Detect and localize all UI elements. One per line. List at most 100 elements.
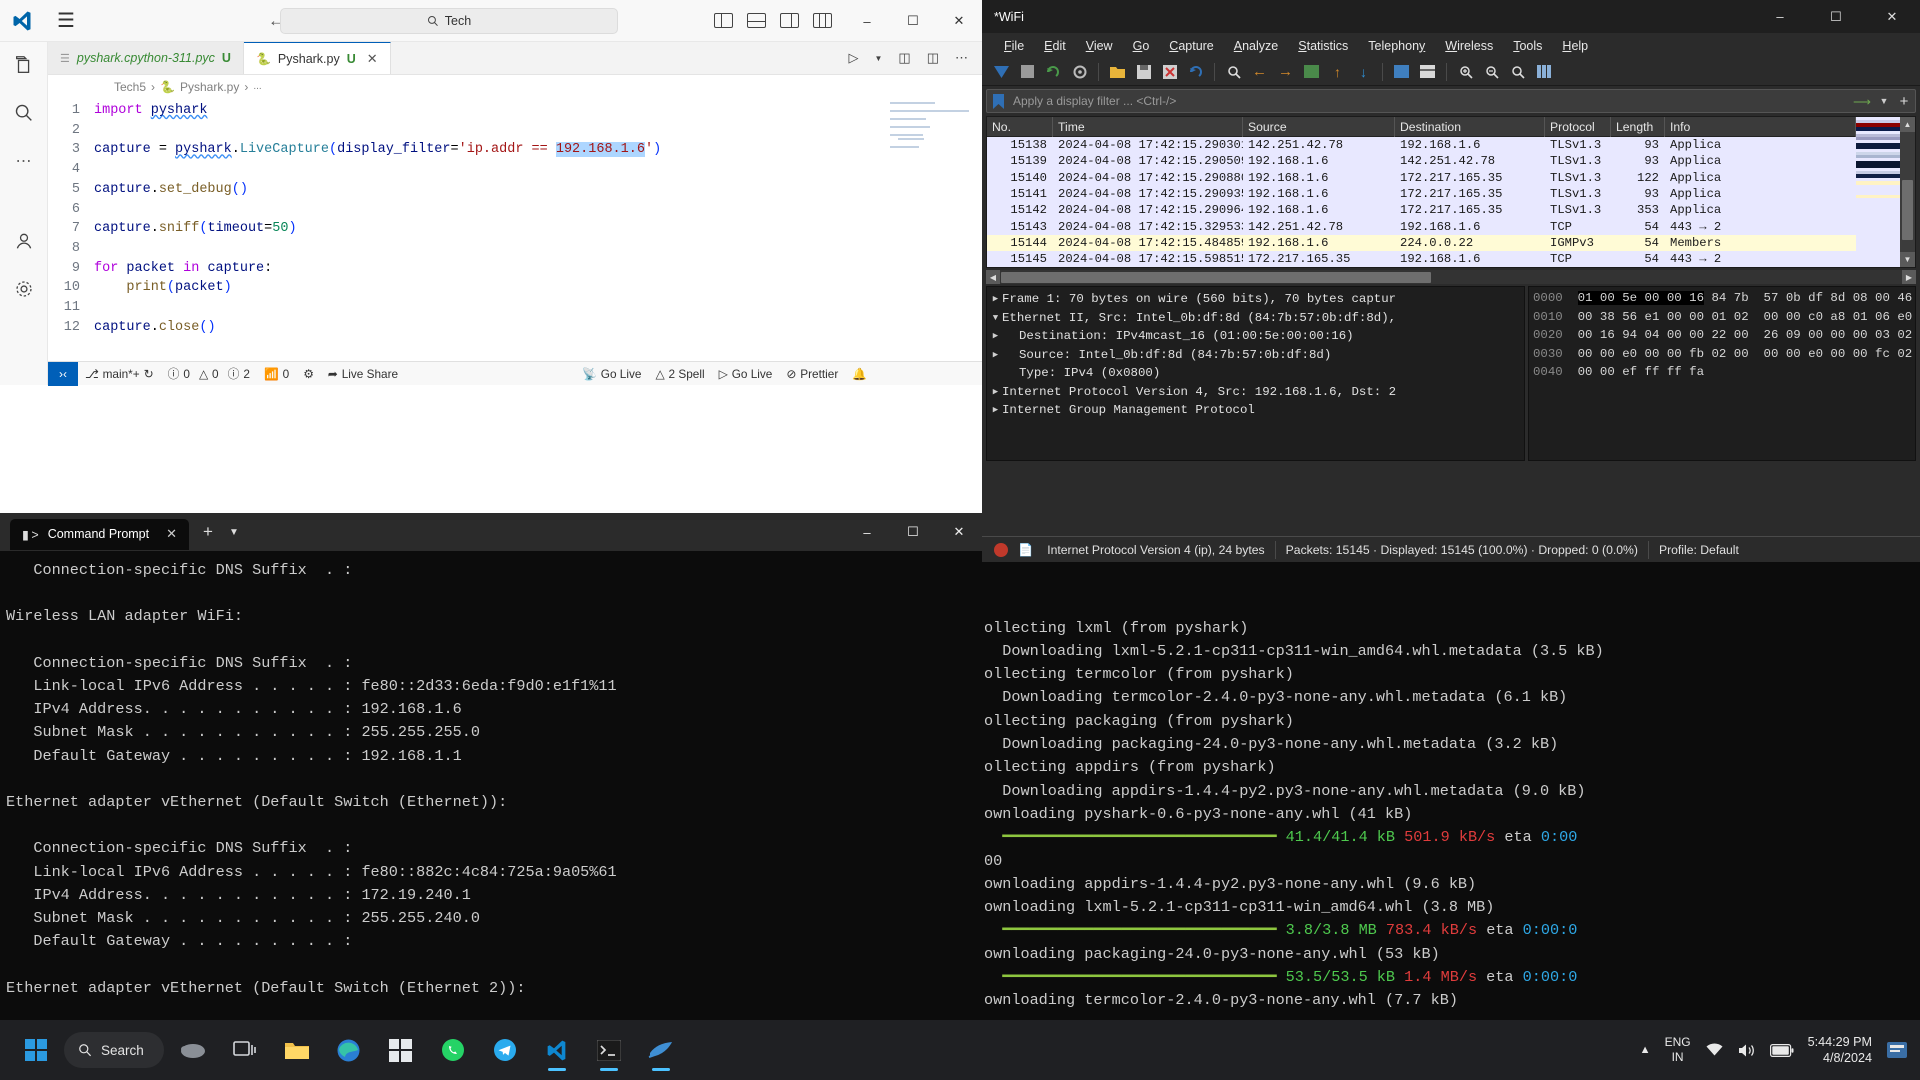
chevron-right-icon[interactable]: ▶ [989,401,1002,420]
hex-dump-row[interactable]: 0010 00 38 56 e1 00 00 01 02 00 00 c0 a8… [1533,308,1915,327]
chevron-right-icon[interactable]: ▶ [989,346,1002,365]
hscroll-right-arrow-icon[interactable]: ▶ [1902,270,1916,284]
split-editor-icon[interactable]: ◫ [898,50,910,66]
menu-edit[interactable]: Edit [1034,36,1076,56]
close-file-icon[interactable] [1158,60,1181,83]
filter-bookmark-icon[interactable] [987,93,1009,109]
go-to-packet-icon[interactable] [1300,60,1323,83]
scroll-up-arrow-icon[interactable]: ▲ [1900,117,1915,132]
column-header-no[interactable]: No. [987,117,1053,137]
toggle-panel-icon[interactable] [747,13,766,28]
taskbar-clock[interactable]: 5:44:29 PM 4/8/2024 [1808,1034,1872,1066]
search-sidebar-icon[interactable] [11,100,37,126]
chevron-down-icon[interactable]: ▼ [989,309,1002,328]
more-actions-icon[interactable]: ⋯ [955,50,968,66]
capture-file-icon[interactable]: 📄 [1018,543,1033,557]
volume-icon[interactable] [1738,1043,1756,1058]
breadcrumb-file[interactable]: Pyshark.py [180,80,239,94]
status-prettier[interactable]: ⊘ Prettier [779,362,845,386]
hex-dump-row[interactable]: 0040 00 00 ef ff ff fa [1533,363,1915,382]
apply-filter-arrow-icon[interactable]: ⟶ [1849,94,1875,109]
packet-row[interactable]: 15145 2024-04-08 17:42:15.598515 172.217.1… [987,251,1856,267]
menu-telephony[interactable]: Telephony [1358,36,1435,56]
detail-tree-row[interactable]: Type: IPv4 (0x0800) [989,364,1524,383]
hex-dump-row[interactable]: 0030 00 00 e0 00 00 fb 02 00 00 00 e0 00… [1533,345,1915,364]
record-icon[interactable] [994,542,1008,557]
battery-icon[interactable] [1769,1043,1794,1057]
code-editor[interactable]: 1 2 3 4 5 6 7 8 9 10 11 12 import pyshar… [48,98,982,361]
notification-icon[interactable] [1886,1040,1908,1060]
chevron-right-icon[interactable]: ▶ [989,383,1002,402]
menu-help[interactable]: Help [1552,36,1598,56]
packet-bytes-pane[interactable]: 0000 01 00 5e 00 00 16 84 7b 57 0b df 8d… [1528,286,1916,461]
zoom-out-icon[interactable] [1480,60,1503,83]
edge-browser-icon[interactable] [326,1027,372,1073]
reload-file-icon[interactable] [1184,60,1207,83]
menu-wireless[interactable]: Wireless [1435,36,1503,56]
menu-view[interactable]: View [1076,36,1123,56]
packet-list-intelligent-scrollbar[interactable] [1856,117,1900,267]
terminal-tab[interactable]: ▮ > Command Prompt ✕ [10,518,190,550]
scroll-down-arrow-icon[interactable]: ▼ [1900,252,1915,267]
chevron-right-icon[interactable]: ▶ [989,290,1002,309]
column-header-info[interactable]: Info [1665,117,1856,137]
menu-hamburger-button[interactable]: ☰ [44,8,88,33]
zoom-in-icon[interactable] [1454,60,1477,83]
packet-list-pane[interactable]: No. Time Source Destination Protocol Len… [986,116,1916,268]
task-view-icon[interactable] [222,1027,268,1073]
detail-tree-row[interactable]: ▶ Internet Group Management Protocol [989,401,1524,420]
scrollbar-thumb[interactable] [1902,180,1913,240]
run-python-file-icon[interactable]: ▷ [848,50,858,66]
status-go-live-2[interactable]: ▷ Go Live [712,362,780,386]
telegram-icon[interactable] [482,1027,528,1073]
vscode-icon[interactable] [534,1027,580,1073]
customize-layout-icon[interactable] [813,13,832,28]
accounts-icon[interactable] [11,228,37,254]
toggle-primary-sidebar-icon[interactable] [714,13,733,28]
wifi-icon[interactable] [1705,1042,1724,1058]
status-ports[interactable]: 📶 0 [257,362,296,386]
hex-dump-row[interactable]: 0020 00 16 94 04 00 00 22 00 26 09 00 00… [1533,326,1915,345]
run-dropdown-icon[interactable]: ▼ [874,54,882,63]
packet-row[interactable]: 15139 2024-04-08 17:42:15.290509 192.168.1… [987,153,1856,170]
column-header-protocol[interactable]: Protocol [1545,117,1611,137]
restart-capture-icon[interactable] [1042,60,1065,83]
packet-list-horizontal-scrollbar[interactable]: ◀ ▶ [986,270,1916,284]
status-branch[interactable]: ⎇ main*+ ↻ [78,362,161,386]
terminal-tab-close-icon[interactable]: ✕ [166,526,177,542]
go-forward-icon[interactable]: → [1274,60,1297,83]
save-file-icon[interactable] [1132,60,1155,83]
detail-tree-row[interactable]: ▶ Frame 1: 70 bytes on wire (560 bits), 7… [989,290,1524,309]
packet-row[interactable]: 15142 2024-04-08 17:42:15.290964 192.168.1… [987,202,1856,219]
column-header-time[interactable]: Time [1053,117,1243,137]
selected-ip-address[interactable]: 192.168.1.6 [555,142,645,158]
go-to-first-icon[interactable]: ↑ [1326,60,1349,83]
status-problems[interactable]: ⓘ 0 △ 0 ⓘ 2 [161,362,257,386]
hscrollbar-thumb[interactable] [1001,271,1431,283]
editor-vertical-scrollbar[interactable] [968,98,982,361]
packet-row[interactable]: 15143 2024-04-08 17:42:15.329533 142.251.4… [987,218,1856,235]
vscode-maximize-button[interactable]: ☐ [890,0,936,42]
more-views-icon[interactable]: ⋯ [11,148,37,174]
explorer-icon[interactable] [11,52,37,78]
add-filter-button-icon[interactable]: + [1893,93,1915,110]
cmd-close-button[interactable]: ✕ [936,513,982,551]
open-file-icon[interactable] [1106,60,1129,83]
pip-install-terminal[interactable]: ollecting lxml (from pyshark) Downloadin… [982,562,1920,1020]
detail-tree-row[interactable]: ▼ Ethernet II, Src: Intel_0b:df:8d (84:7b… [989,309,1524,328]
cmd-minimize-button[interactable]: – [844,513,890,551]
packet-details-pane[interactable]: ▶ Frame 1: 70 bytes on wire (560 bits), 7… [986,286,1525,461]
wireshark-icon[interactable] [638,1027,684,1073]
breadcrumb-symbols[interactable]: ... [253,81,261,92]
new-tab-icon[interactable]: + [203,522,213,542]
menu-go[interactable]: Go [1123,36,1160,56]
capture-options-icon[interactable] [1068,60,1091,83]
zoom-reset-icon[interactable] [1506,60,1529,83]
detail-tree-row[interactable]: ▶ Source: Intel_0b:df:8d (84:7b:57:0b:df:… [989,346,1524,365]
breadcrumb-folder[interactable]: Tech5 [114,80,146,94]
chevron-right-icon[interactable]: ▶ [989,327,1002,346]
vscode-minimize-button[interactable]: – [844,0,890,42]
sync-icon[interactable]: ↻ [144,367,154,381]
hscroll-left-arrow-icon[interactable]: ◀ [986,270,1000,284]
vscode-close-button[interactable]: ✕ [936,0,982,42]
